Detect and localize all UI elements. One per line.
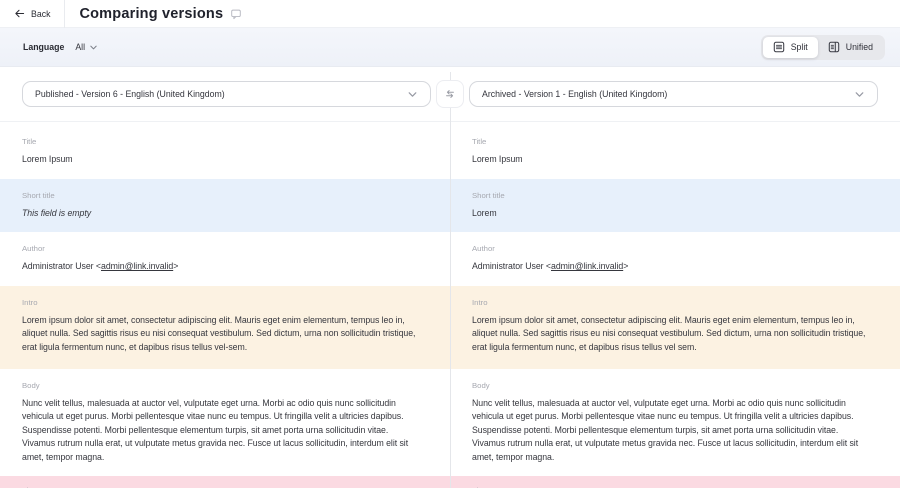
right-version-dropdown[interactable]: Archived - Version 1 - English (United K…	[469, 81, 878, 107]
back-arrow-icon	[14, 8, 25, 19]
author-email-link[interactable]: admin@link.invalid	[101, 261, 173, 271]
toolbar: Language All Split Unified	[0, 28, 900, 67]
comment-icon	[230, 8, 242, 20]
chevron-down-icon	[407, 89, 418, 100]
language-value: All	[75, 42, 85, 52]
chevron-down-icon	[89, 43, 98, 52]
field-value: Lorem ipsum dolor sit amet, consectetur …	[22, 314, 420, 355]
swap-versions-button[interactable]	[436, 80, 464, 108]
unified-view-label: Unified	[846, 42, 873, 52]
field-label: Intro	[22, 298, 420, 307]
page-title: Comparing versions	[79, 6, 223, 22]
field-label: Short title	[472, 191, 870, 200]
field-value: Lorem Ipsum	[472, 153, 870, 167]
field-label: Short title	[22, 191, 420, 200]
field-label: Author	[22, 244, 420, 253]
language-label: Language	[23, 42, 64, 52]
right-version-value: Archived - Version 1 - English (United K…	[482, 89, 667, 99]
unified-view-button[interactable]: Unified	[818, 37, 883, 58]
field-value: Administrator User <admin@link.invalid>	[472, 260, 870, 274]
field-label: Title	[22, 137, 420, 146]
author-email-link[interactable]: admin@link.invalid	[551, 261, 623, 271]
chevron-down-icon	[854, 89, 865, 100]
split-view-icon	[773, 41, 785, 53]
header: Back Comparing versions	[0, 0, 900, 28]
field-label: Body	[472, 381, 870, 390]
field-label: Author	[472, 244, 870, 253]
left-version-dropdown[interactable]: Published - Version 6 - English (United …	[22, 81, 431, 107]
field-label: Body	[22, 381, 420, 390]
field-value: Lorem ipsum dolor sit amet, consectetur …	[472, 314, 870, 355]
field-value: Nunc velit tellus, malesuada at auctor v…	[472, 397, 870, 465]
left-version-value: Published - Version 6 - English (United …	[35, 89, 225, 99]
back-button[interactable]: Back	[0, 0, 64, 27]
field-value: Lorem	[472, 207, 870, 221]
comparison-content: Published - Version 6 - English (United …	[0, 67, 900, 488]
back-label: Back	[31, 9, 50, 19]
unified-view-icon	[828, 41, 840, 53]
header-separator	[64, 0, 65, 28]
field-value: Nunc velit tellus, malesuada at auctor v…	[22, 397, 420, 465]
language-select[interactable]: All	[75, 42, 98, 52]
swap-horizontal-icon	[444, 88, 456, 100]
split-view-button[interactable]: Split	[763, 37, 818, 58]
split-view-label: Split	[791, 42, 808, 52]
field-label: Title	[472, 137, 870, 146]
field-label: Intro	[472, 298, 870, 307]
view-toggle: Split Unified	[761, 35, 885, 60]
field-value: Administrator User <admin@link.invalid>	[22, 260, 420, 274]
field-value-empty: This field is empty	[22, 207, 420, 221]
column-divider	[450, 72, 451, 488]
field-value: Lorem Ipsum	[22, 153, 420, 167]
